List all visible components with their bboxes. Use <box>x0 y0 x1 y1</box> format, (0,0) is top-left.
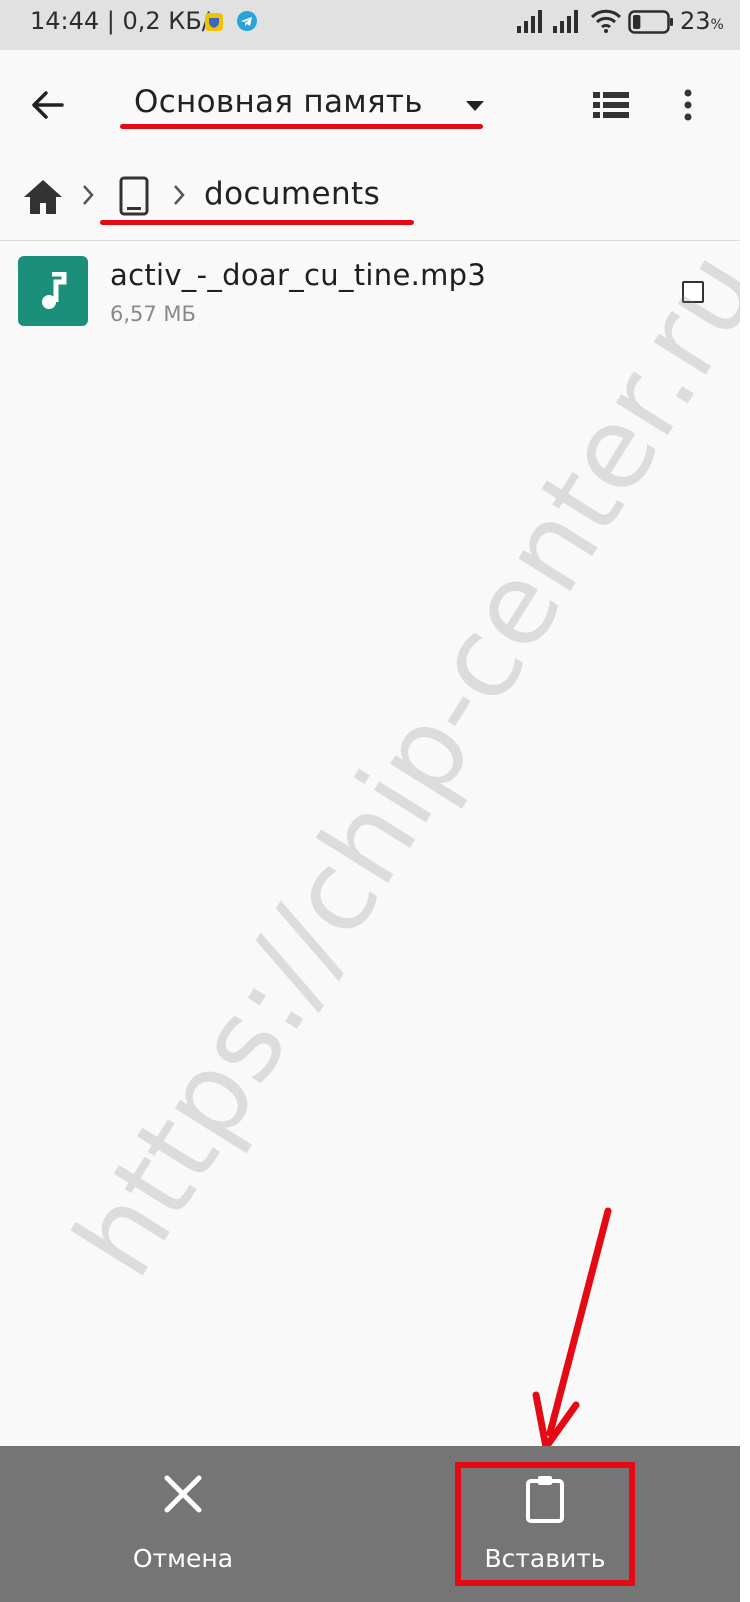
list-view-icon <box>593 92 629 118</box>
file-name: activ_-_doar_cu_tine.mp3 <box>110 258 487 292</box>
close-icon <box>164 1475 202 1513</box>
chevron-right-icon <box>172 184 186 210</box>
storage-selector[interactable]: Основная память <box>134 84 423 120</box>
watermark-text: https://chip-center.ru <box>49 229 740 1299</box>
wifi-icon <box>590 8 622 40</box>
cancel-button[interactable]: Отмена <box>108 1464 258 1584</box>
annotation-underline <box>100 220 414 225</box>
list-view-button[interactable] <box>586 80 636 130</box>
music-note-icon <box>42 272 67 309</box>
audio-file-thumb <box>18 256 88 326</box>
more-vert-icon <box>684 89 692 121</box>
cancel-label: Отмена <box>132 1544 234 1573</box>
telegram-icon <box>236 10 258 32</box>
home-icon[interactable] <box>22 178 64 220</box>
app-bar: Основная память <box>0 50 740 160</box>
file-manager-screen: 14:44 | 0,2 КБ/с 23% Основная память doc… <box>0 0 740 1602</box>
shield-app-icon <box>204 10 224 31</box>
breadcrumb-current-folder[interactable]: documents <box>204 176 380 212</box>
chevron-right-icon <box>81 184 95 210</box>
status-bar: 14:44 | 0,2 КБ/с 23% <box>0 0 740 50</box>
battery-fill <box>633 15 641 29</box>
status-time-speed: 14:44 | 0,2 КБ/с <box>30 7 224 35</box>
page-margin <box>740 0 750 1602</box>
annotation-underline <box>120 124 483 129</box>
back-button[interactable] <box>20 78 74 132</box>
annotation-highlight-box <box>455 1462 635 1586</box>
dropdown-triangle-icon[interactable] <box>466 98 484 117</box>
file-size: 6,57 МБ <box>110 302 196 326</box>
signal-strength-icon <box>552 8 582 40</box>
phone-storage-icon[interactable] <box>118 176 150 220</box>
back-arrow-icon <box>32 91 64 119</box>
more-options-button[interactable] <box>668 80 708 130</box>
annotation-arrow-icon <box>532 1207 612 1451</box>
battery-percent: 23% <box>680 7 724 35</box>
signal-strength-icon <box>516 8 546 40</box>
breadcrumb: documents <box>0 160 740 241</box>
battery-icon <box>628 10 674 40</box>
